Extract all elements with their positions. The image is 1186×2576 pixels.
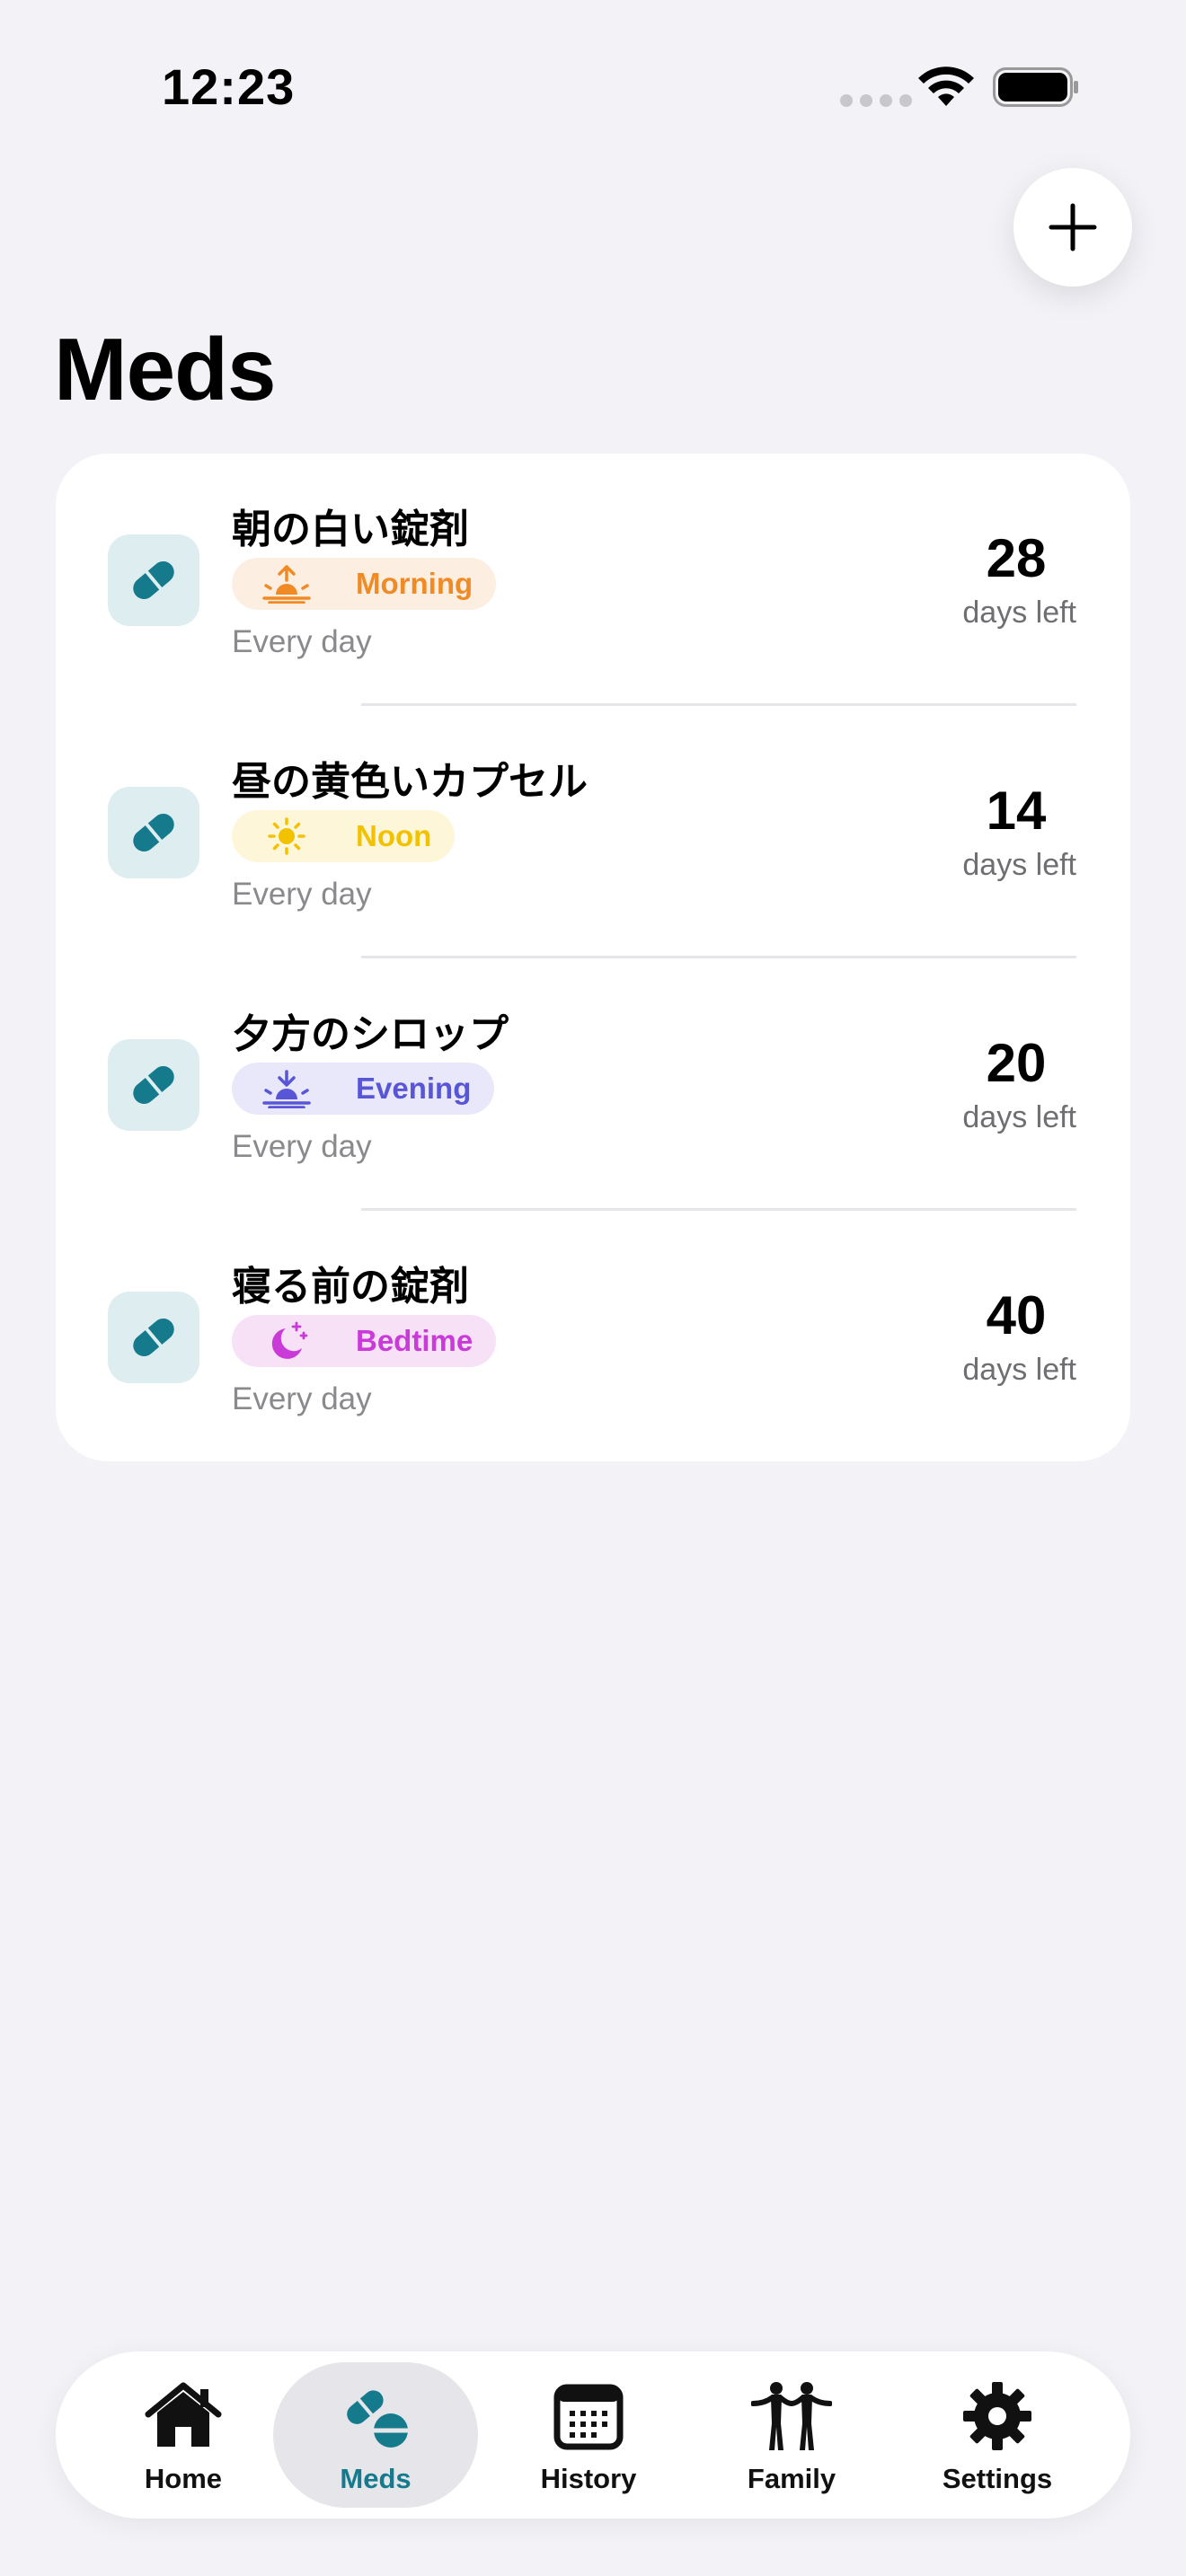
pill-icon (108, 1039, 199, 1131)
house-icon (145, 2382, 222, 2447)
days-left-label: days left (962, 1353, 1076, 1387)
time-of-day-badge: Evening (232, 1063, 495, 1115)
medication-name: 夕方のシロップ (232, 1011, 509, 1057)
medication-list: 朝の白い錠剤 Morning Every day 28 days left 昼の… (56, 454, 1130, 1461)
page-title: Meds (54, 320, 277, 419)
days-left-count: 14 (986, 781, 1047, 841)
frequency-label: Every day (232, 1381, 372, 1416)
days-left-count: 20 (986, 1033, 1047, 1093)
medication-row[interactable]: 昼の黄色いカプセル Noon Every day 14 days left (56, 706, 1130, 958)
status-time: 12:23 (162, 58, 296, 115)
plus-icon (1049, 203, 1097, 251)
tab-settings[interactable]: Settings (895, 2362, 1100, 2508)
medication-name: 寝る前の錠剤 (232, 1264, 469, 1310)
tab-label: Family (747, 2463, 836, 2494)
tab-label: Meds (340, 2463, 412, 2494)
medication-row[interactable]: 夕方のシロップ Evening Every day 20 days left (56, 958, 1130, 1211)
status-bar: 12:23 (0, 0, 1186, 171)
time-of-day-badge: Morning (232, 558, 497, 610)
pill-icon (108, 534, 199, 626)
days-left-count: 40 (986, 1285, 1047, 1345)
sun-icon (268, 817, 305, 855)
days-left-count: 28 (986, 528, 1047, 588)
pills-icon (347, 2390, 409, 2448)
gear-icon (963, 2382, 1031, 2450)
battery-icon (993, 67, 1078, 107)
sunrise-icon (262, 565, 311, 604)
pill-icon (108, 787, 199, 878)
moon-stars-icon (271, 1321, 308, 1359)
medication-name: 昼の黄色いカプセル (232, 759, 588, 805)
tab-label: Home (144, 2463, 223, 2494)
sunset-icon (262, 1070, 311, 1108)
tab-family[interactable]: Family (689, 2362, 894, 2508)
time-of-day-label: Noon (356, 819, 432, 852)
medication-name: 朝の白い錠剤 (232, 507, 469, 552)
time-of-day-label: Morning (356, 567, 474, 600)
cellular-signal-icon (840, 94, 912, 107)
tab-label: Settings (942, 2463, 1053, 2494)
frequency-label: Every day (232, 877, 372, 912)
days-left-label: days left (962, 848, 1076, 882)
medication-row[interactable]: 朝の白い錠剤 Morning Every day 28 days left (56, 454, 1130, 706)
tab-history[interactable]: History (486, 2362, 691, 2508)
tab-meds[interactable]: Meds (273, 2362, 478, 2508)
time-of-day-badge: Noon (232, 810, 456, 862)
tab-home[interactable]: Home (81, 2362, 286, 2508)
days-left-label: days left (962, 595, 1076, 630)
frequency-label: Every day (232, 624, 372, 659)
time-of-day-badge: Bedtime (232, 1315, 497, 1367)
time-of-day-label: Evening (356, 1072, 472, 1105)
pill-icon (108, 1292, 199, 1383)
calendar-icon (553, 2384, 624, 2450)
frequency-label: Every day (232, 1129, 372, 1164)
tab-bar: Home Meds History Family Settings (56, 2351, 1130, 2519)
wifi-icon (918, 66, 974, 106)
medication-row[interactable]: 寝る前の錠剤 Bedtime Every day 40 days left (56, 1211, 1130, 1463)
tab-label: History (540, 2463, 637, 2494)
add-medication-button[interactable] (1013, 168, 1132, 287)
time-of-day-label: Bedtime (356, 1324, 474, 1357)
days-left-label: days left (962, 1100, 1076, 1134)
people-icon (751, 2382, 832, 2450)
